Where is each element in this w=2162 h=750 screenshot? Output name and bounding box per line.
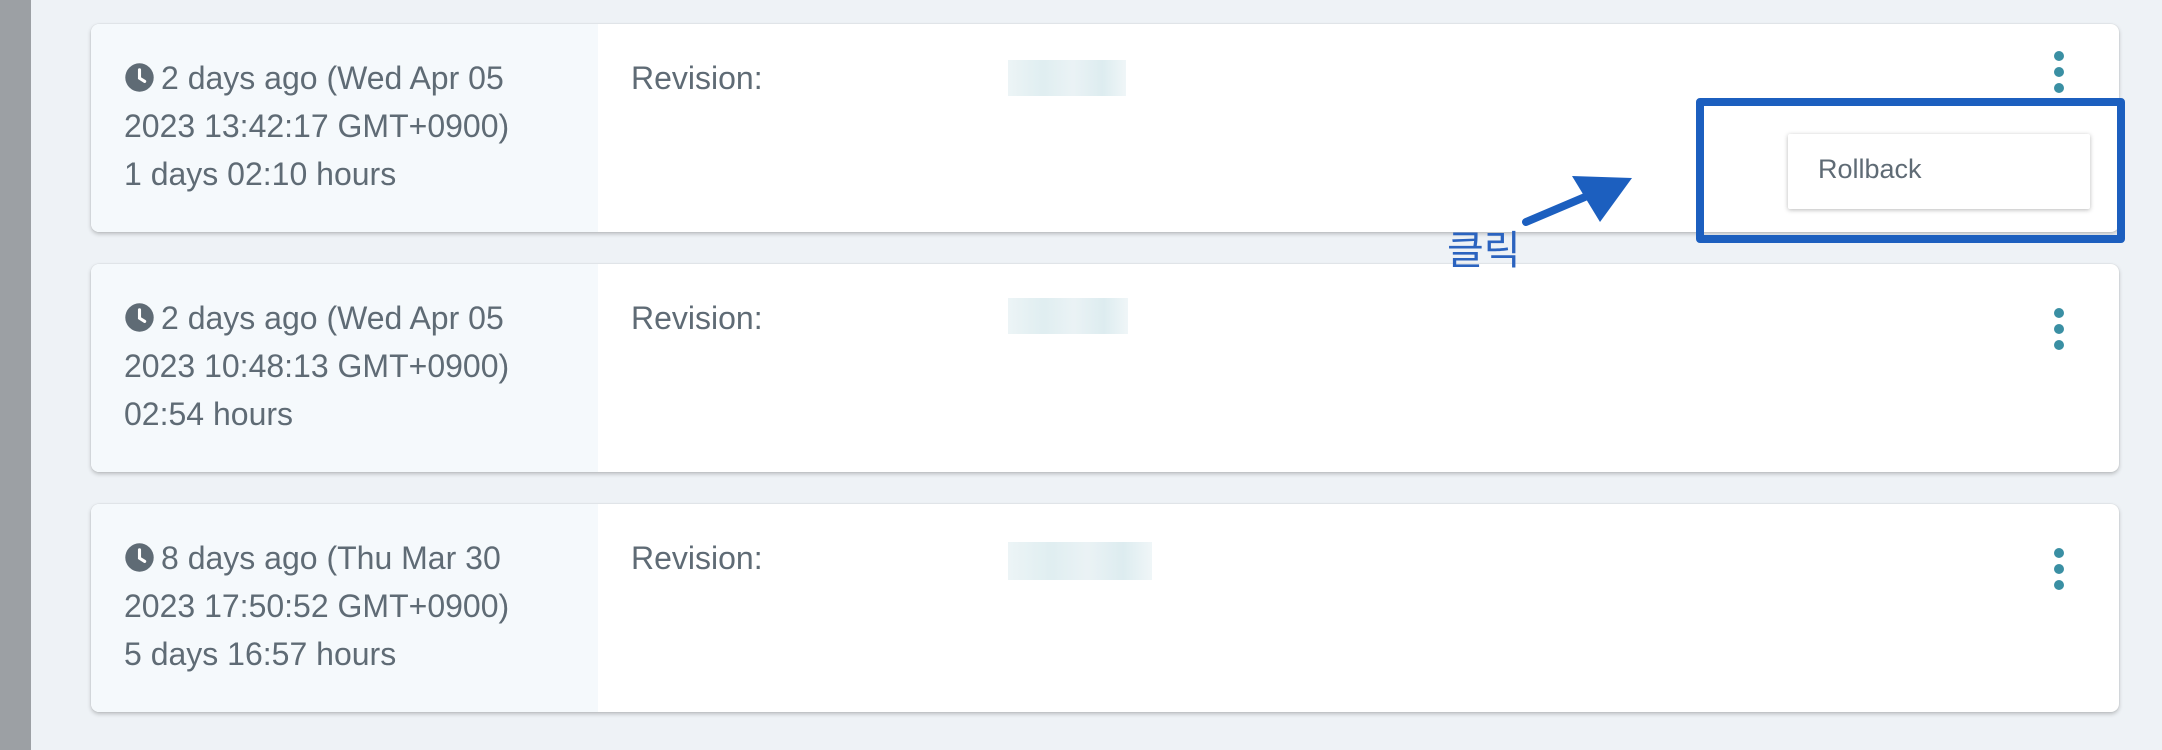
annotation-click-label: 클릭: [1447, 228, 1521, 274]
annotation-arrow-icon: [1522, 176, 1632, 226]
menu-dot-icon: [2054, 580, 2064, 590]
revision-time-panel: 2 days ago (Wed Apr 05 2023 13:42:17 GMT…: [91, 24, 598, 232]
clock-icon: [125, 543, 154, 572]
revision-value-redacted: [1008, 60, 1126, 96]
menu-dot-icon: [2054, 564, 2064, 574]
revision-time-panel: 2 days ago (Wed Apr 05 2023 10:48:13 GMT…: [91, 264, 598, 472]
menu-dot-icon: [2054, 308, 2064, 318]
revision-relative-time: 2 days ago: [161, 300, 318, 336]
revision-label: Revision:: [631, 60, 763, 96]
clock-icon: [125, 63, 154, 92]
menu-dot-icon: [2054, 548, 2064, 558]
menu-dot-icon: [2054, 83, 2064, 93]
revision-card: 8 days ago (Thu Mar 30 2023 17:50:52 GMT…: [91, 504, 2119, 712]
menu-dot-icon: [2054, 67, 2064, 77]
revision-relative-time: 8 days ago: [161, 540, 318, 576]
revision-value-redacted: [1008, 542, 1152, 580]
revision-duration: 5 days 16:57 hours: [124, 636, 397, 672]
menu-dot-icon: [2054, 51, 2064, 61]
menu-dot-icon: [2054, 340, 2064, 350]
more-options-button[interactable]: [2044, 51, 2074, 93]
revision-label: Revision:: [631, 540, 763, 576]
menu-dot-icon: [2054, 324, 2064, 334]
revision-label: Revision:: [631, 300, 763, 336]
more-options-button[interactable]: [2044, 548, 2074, 590]
revision-duration: 02:54 hours: [124, 396, 294, 432]
more-options-button[interactable]: [2044, 308, 2074, 350]
annotation-highlight-box: [1696, 98, 2125, 243]
revision-time-panel: 8 days ago (Thu Mar 30 2023 17:50:52 GMT…: [91, 504, 598, 712]
revision-duration: 1 days 02:10 hours: [124, 156, 397, 192]
revision-card: 2 days ago (Wed Apr 05 2023 10:48:13 GMT…: [91, 264, 2119, 472]
left-rail: [0, 0, 31, 750]
clock-icon: [125, 303, 154, 332]
revision-value-redacted: [1008, 298, 1128, 334]
revision-relative-time: 2 days ago: [161, 60, 318, 96]
